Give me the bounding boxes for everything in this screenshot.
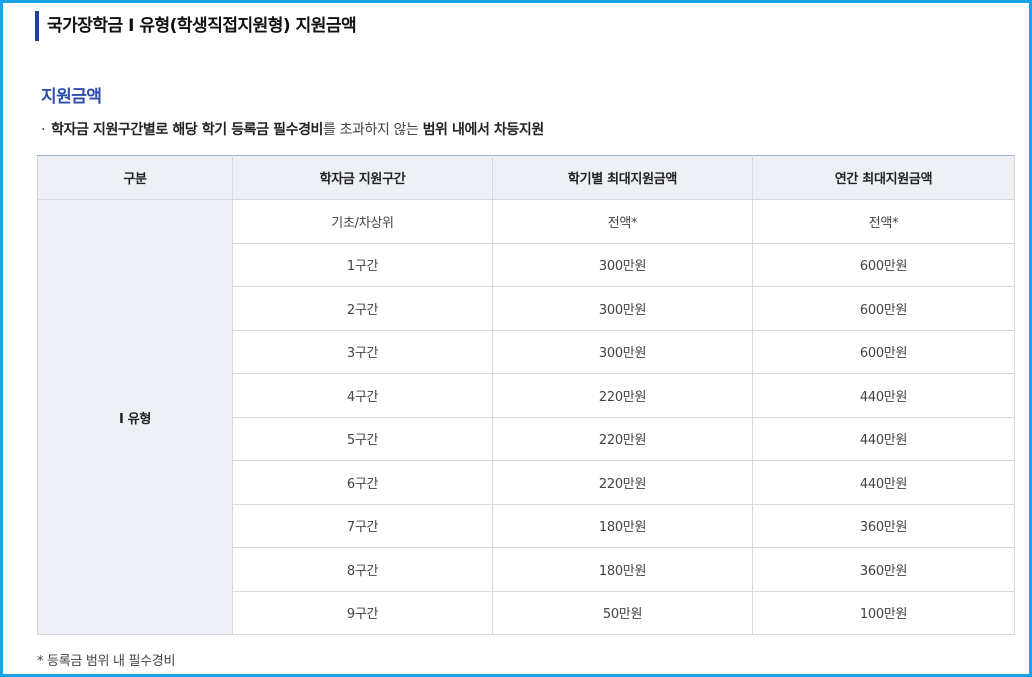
bracket-cell: 8구간 <box>232 547 493 592</box>
type-cell: Ⅰ 유형 <box>37 199 233 635</box>
description-normal-part: 를 초과하지 않는 <box>323 122 423 138</box>
bracket-cell: 9구간 <box>232 590 493 635</box>
section-title: 지원금액 <box>41 87 102 107</box>
support-amount-table: 구분 학자금 지원구간 학기별 최대지원금액 연간 최대지원금액 Ⅰ 유형 기초… <box>37 155 1015 635</box>
semester-amount-cell: 180만원 <box>492 547 753 592</box>
header-category: 구분 <box>37 155 233 200</box>
semester-amount-cell: 300만원 <box>492 242 753 287</box>
description-bold-part: 학자금 지원구간별로 해당 학기 등록금 필수경비 <box>51 122 324 138</box>
annual-amount-cell: 440만원 <box>752 416 1015 461</box>
bracket-cell: 6구간 <box>232 460 493 505</box>
semester-amount-cell: 220만원 <box>492 416 753 461</box>
semester-amount-cell: 50만원 <box>492 590 753 635</box>
table-row: Ⅰ 유형 기초/차상위 전액* 전액* <box>37 199 1015 635</box>
bracket-cell: 3구간 <box>232 329 493 374</box>
semester-amount-cell: 300만원 <box>492 329 753 374</box>
annual-amount-cell: 600만원 <box>752 329 1015 374</box>
annual-amount-cell: 360만원 <box>752 503 1015 548</box>
description-bold-part: 범위 내에서 차등지원 <box>422 122 545 138</box>
semester-amount-cell: 180만원 <box>492 503 753 548</box>
annual-amount-cell: 440만원 <box>752 373 1015 418</box>
page-title: 국가장학금 Ⅰ 유형(학생직접지원형) 지원금액 <box>35 11 357 41</box>
support-description: · 학자금 지원구간별로 해당 학기 등록금 필수경비를 초과하지 않는 범위 내… <box>41 119 544 139</box>
semester-amount-cell: 전액* <box>492 199 753 244</box>
header-annual-max: 연간 최대지원금액 <box>752 155 1015 200</box>
annual-amount-cell: 100만원 <box>752 590 1015 635</box>
semester-amount-cell: 300만원 <box>492 286 753 331</box>
annual-amount-cell: 전액* <box>752 199 1015 244</box>
semester-amount-cell: 220만원 <box>492 460 753 505</box>
annual-amount-cell: 600만원 <box>752 286 1015 331</box>
bracket-cell: 4구간 <box>232 373 493 418</box>
bracket-cell: 2구간 <box>232 286 493 331</box>
bullet: · <box>41 122 46 138</box>
table-header-row: 구분 학자금 지원구간 학기별 최대지원금액 연간 최대지원금액 <box>37 155 1015 200</box>
bracket-cell: 기초/차상위 <box>232 199 493 244</box>
annual-amount-cell: 360만원 <box>752 547 1015 592</box>
footnote: * 등록금 범위 내 필수경비 <box>37 654 176 669</box>
bracket-cell: 1구간 <box>232 242 493 287</box>
annual-amount-cell: 440만원 <box>752 460 1015 505</box>
annual-amount-cell: 600만원 <box>752 242 1015 287</box>
bracket-cell: 7구간 <box>232 503 493 548</box>
header-semester-max: 학기별 최대지원금액 <box>492 155 753 200</box>
semester-amount-cell: 220만원 <box>492 373 753 418</box>
header-bracket: 학자금 지원구간 <box>232 155 493 200</box>
content-frame: 국가장학금 Ⅰ 유형(학생직접지원형) 지원금액 지원금액 · 학자금 지원구간별… <box>0 0 1032 677</box>
bracket-cell: 5구간 <box>232 416 493 461</box>
